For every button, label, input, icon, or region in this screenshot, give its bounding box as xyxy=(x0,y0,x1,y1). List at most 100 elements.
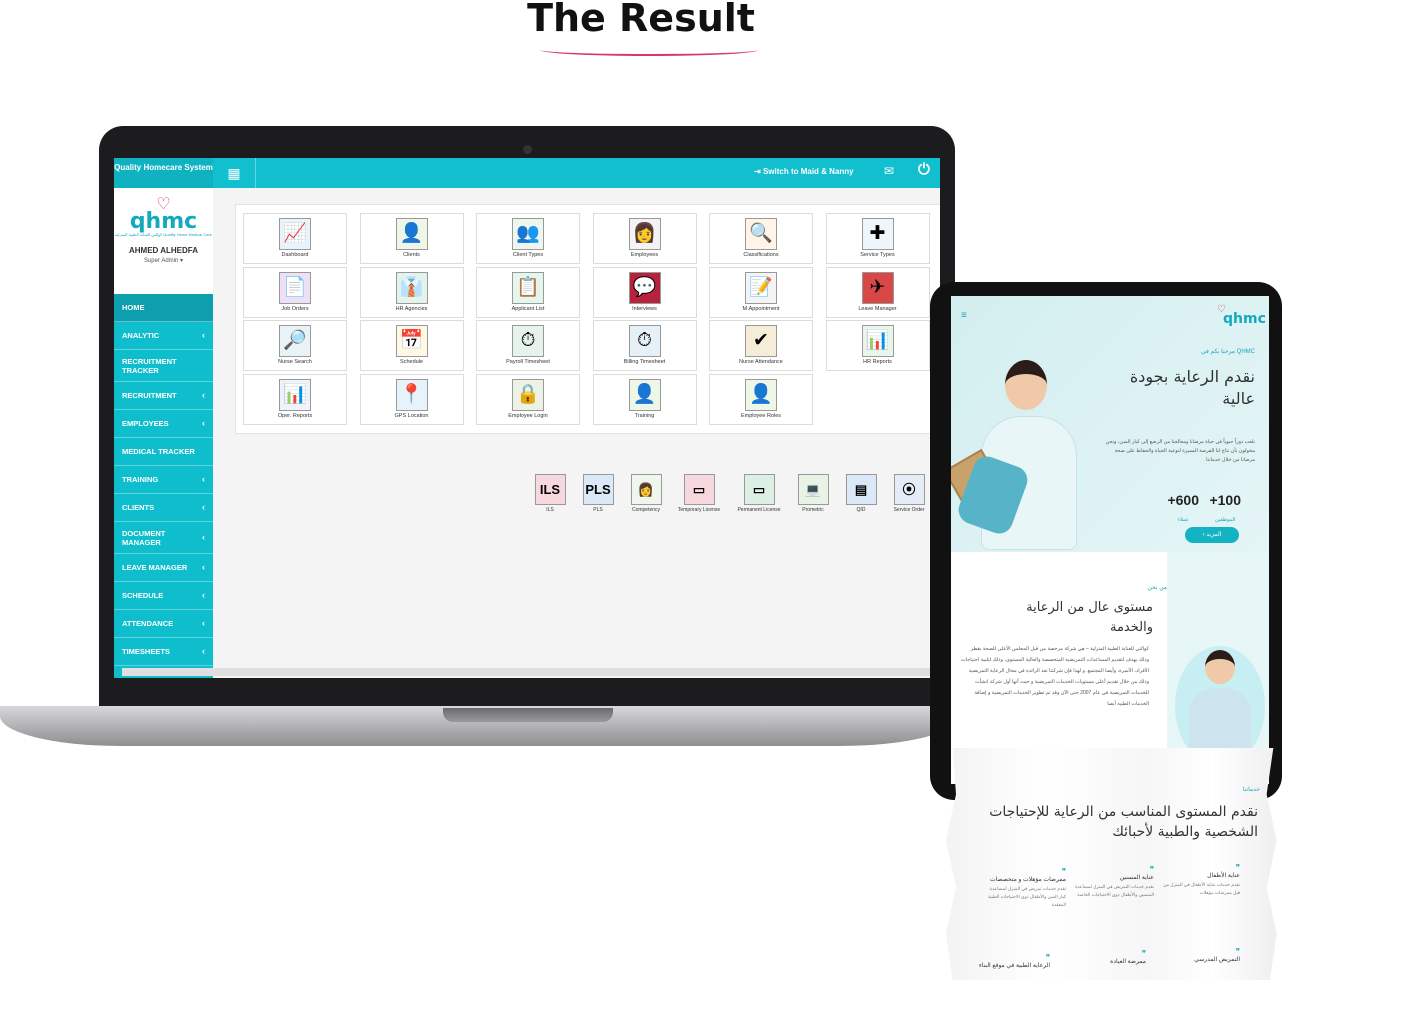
sidebar-item-attendance[interactable]: ATTENDANCE ‹ xyxy=(114,610,213,638)
tile-applicant-list[interactable]: 📋 Applicant List xyxy=(476,266,580,318)
tile-service-types[interactable]: ✚ Service Types xyxy=(825,213,930,264)
service-item: ❞ عناية الأطفال نقدم خدمات عناية الأطفال ف… xyxy=(1160,864,1240,897)
sidebar-item-leave-manager[interactable]: LEAVE MANAGER ‹ xyxy=(114,554,213,582)
hero-welcome: مرحبا بكم في QHMC xyxy=(1200,349,1255,355)
chart-icon: 📈 xyxy=(279,218,311,250)
sidebar-item-home[interactable]: HOME xyxy=(114,294,213,322)
tile-employee-roles[interactable]: 👤 Employee Roles xyxy=(709,373,813,425)
sidebar-item-recruitment-tracker[interactable]: RECRUITMENT TRACKER xyxy=(114,350,213,382)
calendar-icon: 📅 xyxy=(395,325,428,357)
doc-qid[interactable]: ▤ QID xyxy=(836,474,886,513)
tile-label: Leave Manager xyxy=(858,305,897,312)
power-icon[interactable]: ⏻ xyxy=(918,161,930,178)
about-title: مستوى عال من الرعاية والخدمة xyxy=(1026,600,1153,635)
tile-classifications[interactable]: 🔍 Classifications xyxy=(709,213,813,264)
tile-label: Job Orders xyxy=(281,305,309,312)
tile-label: Applicant List xyxy=(511,305,545,312)
tile-employee-login[interactable]: 🔒 Employee Login xyxy=(476,373,580,425)
sidebar-item-recruitment[interactable]: RECRUITMENT ‹ xyxy=(114,382,213,410)
oper-reports-icon: 📊 xyxy=(279,378,311,411)
tile-gps-location[interactable]: 📍 GPS Location xyxy=(359,373,464,425)
tile-nurse-search[interactable]: 🔎 Nurse Search xyxy=(243,320,347,371)
tile-schedule[interactable]: 📅 Schedule xyxy=(359,320,464,371)
doc-label: Service Order xyxy=(893,507,925,513)
sidebar-item-timesheets[interactable]: TIMESHEETS ‹ xyxy=(114,638,213,666)
app-logo: qhmc xyxy=(129,209,198,234)
tile-hr-reports[interactable]: 📊 HR Reports xyxy=(825,320,930,371)
main-content: 📈 Dashboard 👤 Clients 👥 Client Types 👩 Employee… xyxy=(213,188,940,678)
doc-label: PLS xyxy=(593,507,603,513)
sidebar-item-label: ATTENDANCE xyxy=(122,619,174,628)
tile-interviews[interactable]: 💬 Interviews xyxy=(592,266,697,318)
sidebar-item-employees[interactable]: EMPLOYEES ‹ xyxy=(114,410,213,438)
interview-icon: 💬 xyxy=(628,271,661,304)
tile-dashboard[interactable]: 📈 Dashboard xyxy=(243,213,347,264)
tile-oper-reports[interactable]: 📊 Oper. Reports xyxy=(243,373,347,425)
doc-prometric[interactable]: 💻 Prometric xyxy=(788,474,838,513)
tile-hr-agencies[interactable]: 👔 HR Agencies xyxy=(359,266,464,318)
tile-label: Client Types xyxy=(512,252,544,258)
lock-icon: 🔒 xyxy=(512,378,544,411)
tile-label: Billing Timesheet xyxy=(623,359,666,365)
doc-permanent-license[interactable]: ▭ Permanent License xyxy=(734,474,784,513)
sidebar-item-analytic[interactable]: ANALYTIC ‹ xyxy=(114,322,213,350)
sidebar: ♡ qhmc كوالتي للعناية الطبية المنزلية Qu… xyxy=(114,188,213,678)
service-title: الرعاية الطبية في موقع البناء xyxy=(978,963,1050,969)
tile-label: GPS Location xyxy=(394,412,429,419)
switch-maid-nanny-button[interactable]: ⇥ Switch to Maid & Nanny xyxy=(754,167,854,176)
job-orders-icon: 📄 xyxy=(279,271,311,304)
tile-client-types[interactable]: 👥 Client Types xyxy=(476,213,580,264)
sidebar-item-clients[interactable]: CLIENTS ‹ xyxy=(114,494,213,522)
sidebar-item-label: RECRUITMENT xyxy=(122,391,177,400)
menu-icon[interactable]: ≡ xyxy=(961,310,967,321)
tile-leave-manager[interactable]: ✈ Leave Manager xyxy=(825,266,930,318)
about-text: كوالتي للعناية الطبية المنزلية – هي شركة… xyxy=(960,646,1149,707)
tile-nurse-attendance[interactable]: ✔ Nurse Attendance xyxy=(709,320,813,371)
chevron-left-icon: ‹ xyxy=(202,390,205,400)
user-role: Super Admin xyxy=(143,258,179,264)
tile-m-appointment[interactable]: 📝 M.Appointment xyxy=(709,266,813,318)
service-item: ❞ الرعاية الطبية في موقع البناء xyxy=(970,953,1050,970)
sidebar-item-label: DOCUMENT MANAGER xyxy=(122,528,166,547)
mail-icon[interactable]: ✉ xyxy=(884,164,894,178)
quote-icon: ❞ xyxy=(1045,953,1050,962)
roles-icon: 👤 xyxy=(745,378,777,411)
tile-label: Dashboard xyxy=(281,252,309,258)
tile-billing-timesheet[interactable]: ⏱ Billing Timesheet xyxy=(592,320,697,371)
doc-service-order[interactable]: ⦿ Service Order xyxy=(884,474,934,513)
more-button[interactable]: ‹ المزيد xyxy=(1185,527,1239,543)
sidebar-item-label: TRAINING xyxy=(122,475,159,484)
doc-ils[interactable]: ILS ILS xyxy=(525,474,575,513)
tile-training[interactable]: 👤 Training xyxy=(592,373,697,425)
tile-clients[interactable]: 👤 Clients xyxy=(359,213,464,264)
stat-label: عملاء xyxy=(1177,517,1189,523)
sidebar-item-training[interactable]: TRAINING ‹ xyxy=(114,466,213,494)
sidebar-item-document-manager[interactable]: DOCUMENT MANAGER ‹ xyxy=(114,522,213,554)
sidebar-item-label: ANALYTIC xyxy=(122,331,160,340)
doc-label: Prometric xyxy=(802,507,824,513)
horizontal-scrollbar[interactable] xyxy=(122,668,940,676)
tile-label: Schedule xyxy=(400,359,423,365)
stat-clients: +600 عملاء xyxy=(1167,492,1199,526)
tile-employees[interactable]: 👩 Employees xyxy=(592,213,697,264)
sidebar-item-label: HOME xyxy=(122,303,145,312)
ils-icon: ILS xyxy=(534,474,566,505)
tile-payroll-timesheet[interactable]: ⏱ Payroll Timesheet xyxy=(476,320,580,371)
doc-competency[interactable]: 👩 Competency xyxy=(621,474,671,513)
user-role-dropdown[interactable]: Super Admin ▾ xyxy=(114,257,213,264)
tile-label: Employees xyxy=(630,252,659,258)
sidebar-item-schedule[interactable]: SCHEDULE ‹ xyxy=(114,582,213,610)
hero-title: نقدم الرعاية بجودة عالية xyxy=(1129,367,1255,408)
chevron-left-icon: ‹ xyxy=(202,418,205,428)
tile-label: Payroll Timesheet xyxy=(506,359,550,365)
sidebar-item-medical-tracker[interactable]: MEDICAL TRACKER xyxy=(114,438,213,466)
nurse-search-icon: 🔎 xyxy=(279,325,311,357)
doc-temporary-license[interactable]: ▭ Temporary License xyxy=(674,474,724,513)
service-order-icon: ⦿ xyxy=(893,474,925,505)
doc-pls[interactable]: PLS PLS xyxy=(573,474,623,513)
tile-job-orders[interactable]: 📄 Job Orders xyxy=(243,266,347,318)
apps-grid-button[interactable]: ▦ xyxy=(213,158,256,188)
service-title: عناية المسنين xyxy=(1119,875,1154,881)
tile-label: Service Types xyxy=(860,252,895,258)
stat-employees: +100 الموظفين xyxy=(1209,492,1241,526)
